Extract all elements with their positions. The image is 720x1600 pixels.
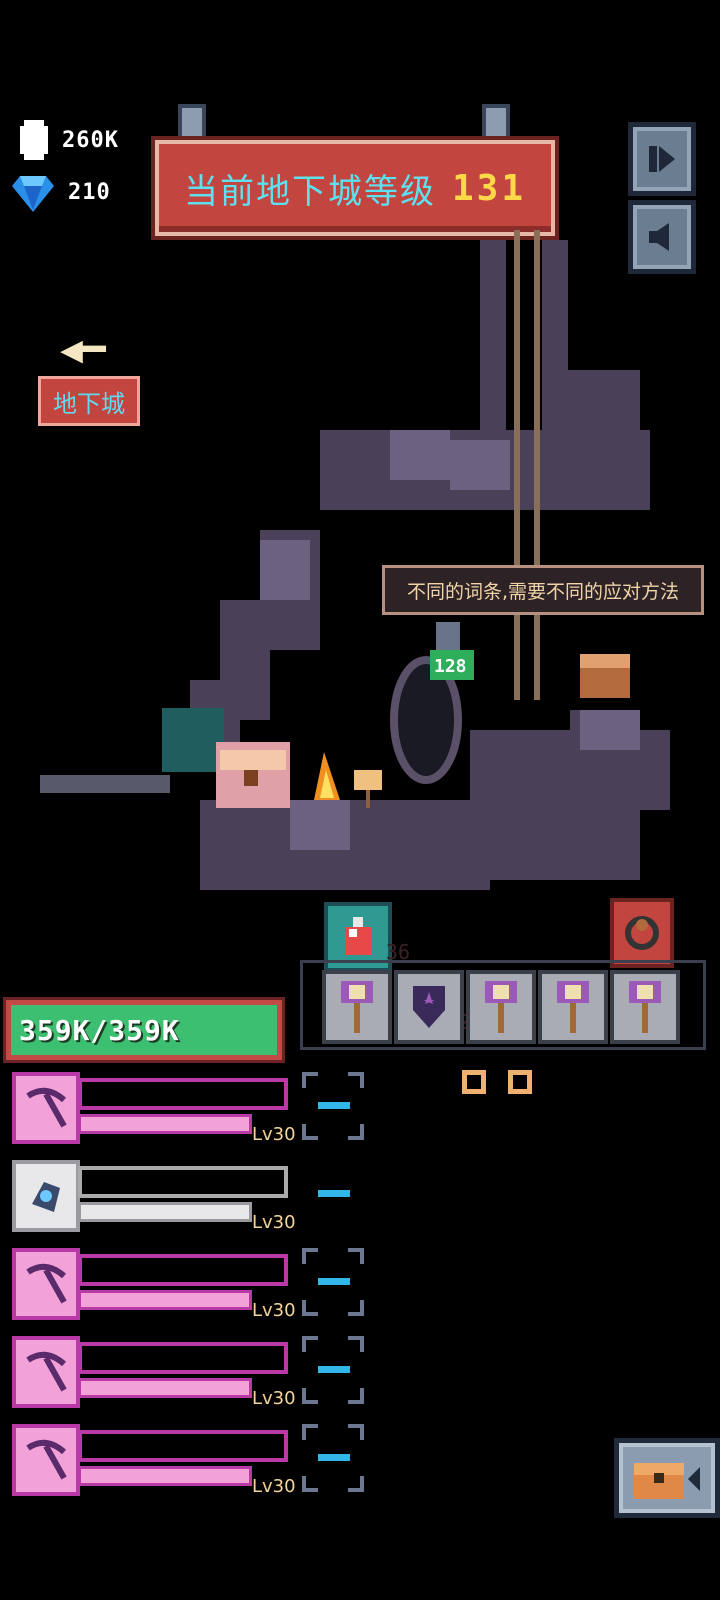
hero-level: Lv30 <box>252 1388 296 1409</box>
exit-button[interactable] <box>628 122 696 196</box>
empty-slot-icon <box>318 1454 350 1461</box>
monster-level: 128 <box>434 656 467 677</box>
hero-row-3[interactable]: Lv30 <box>12 1248 372 1328</box>
banner-level: 131 <box>451 167 527 209</box>
hero-progress-bar <box>78 1342 288 1374</box>
gem-value: 210 <box>68 179 111 205</box>
hero-progress-bar <box>78 1078 288 1110</box>
skull-hammer-icon <box>485 981 517 1033</box>
empty-slot-icon <box>318 1366 350 1373</box>
hero-select-slot[interactable] <box>302 1336 364 1404</box>
coin-icon <box>20 120 48 160</box>
hero-select-slot[interactable] <box>302 1072 364 1140</box>
hero-sub-bar <box>78 1114 252 1134</box>
ring-icon <box>625 916 659 950</box>
hero-level: Lv30 <box>252 1476 296 1497</box>
skill-slot-1[interactable] <box>322 970 392 1044</box>
page-dot-1[interactable] <box>462 1070 486 1094</box>
hp-bar: 359K/359K <box>6 1000 282 1060</box>
pickaxe-icon <box>12 1424 80 1496</box>
coin-counter: 260K <box>20 118 119 162</box>
pickaxe-icon <box>12 1072 80 1144</box>
banner-label: 当前地下城等级 <box>183 171 436 212</box>
dragon-icon <box>12 1160 80 1232</box>
hero-level: Lv30 <box>252 1300 296 1321</box>
hero-sub-bar <box>78 1290 252 1310</box>
gear-ring-button[interactable] <box>610 898 674 968</box>
page-dot-2[interactable] <box>508 1070 532 1094</box>
hero-sub-bar <box>78 1202 252 1222</box>
dungeon-level-banner: 当前地下城等级 131 <box>155 140 555 236</box>
hero-level: Lv30 <box>252 1212 296 1233</box>
treasure-chest-icon <box>634 1463 700 1499</box>
hero-sub-bar <box>78 1466 252 1486</box>
hero-progress-bar <box>78 1166 288 1198</box>
red-potion-icon <box>345 917 371 955</box>
pickaxe-icon <box>12 1248 80 1320</box>
hint-tooltip: 不同的词条,需要不同的应对方法 <box>382 565 704 615</box>
skull-hammer-icon <box>341 981 373 1033</box>
hero-sub-bar <box>78 1378 252 1398</box>
hero-select-slot[interactable] <box>302 1424 364 1492</box>
skill-slot-3[interactable] <box>466 970 536 1044</box>
skill-slot-5[interactable] <box>610 970 680 1044</box>
coin-value: 260K <box>62 127 119 153</box>
exit-icon <box>649 146 675 172</box>
hero-row-2[interactable]: Lv30 <box>12 1160 372 1240</box>
hero-progress-bar <box>78 1254 288 1286</box>
hero-row-5[interactable]: Lv30 <box>12 1424 372 1504</box>
hero-level: Lv30 <box>252 1124 296 1145</box>
gem-counter: 210 <box>12 172 111 212</box>
skull-hammer-icon <box>557 981 589 1033</box>
hero-select-slot[interactable] <box>302 1248 364 1316</box>
diamond-icon <box>12 176 54 212</box>
hero-row-1[interactable]: Lv30 <box>12 1072 372 1152</box>
hero-select-slot[interactable] <box>302 1160 364 1228</box>
pickaxe-icon <box>12 1336 80 1408</box>
hero-progress-bar <box>78 1430 288 1462</box>
empty-slot-icon <box>318 1102 350 1109</box>
shield-icon <box>413 986 445 1028</box>
skill-slot-2[interactable] <box>394 970 464 1044</box>
empty-slot-icon <box>318 1278 350 1285</box>
skill-slot-4[interactable] <box>538 970 608 1044</box>
empty-slot-icon <box>318 1190 350 1197</box>
hero-row-4[interactable]: Lv30 <box>12 1336 372 1416</box>
treasure-chest-button[interactable] <box>614 1438 720 1518</box>
skull-hammer-icon <box>629 981 661 1033</box>
